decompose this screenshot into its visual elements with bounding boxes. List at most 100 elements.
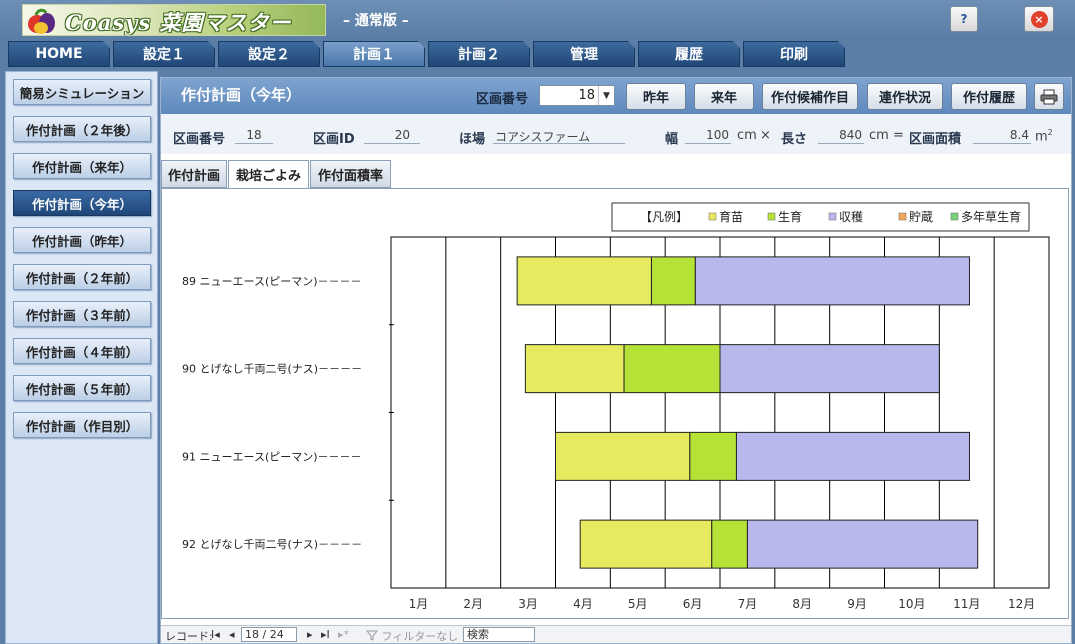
x-tick-label-7: 8月	[792, 597, 812, 611]
bar-0-2	[694, 256, 970, 306]
bar-3-1	[711, 519, 748, 569]
next-record-button[interactable]: ▸	[307, 628, 313, 641]
bar-2-0	[555, 431, 691, 481]
help-icon: ?	[960, 12, 968, 26]
row-label-3: 92 とげなし千両二号(ナス)－－－－	[182, 538, 362, 551]
filter-status[interactable]: フィルターなし	[365, 628, 458, 644]
length-value: 840	[818, 128, 864, 144]
row-label-0: 89 ニューエース(ピーマン)－－－－	[182, 275, 362, 288]
record-position[interactable]: 18 / 24	[241, 627, 297, 642]
bar-2-2	[735, 431, 970, 481]
close-icon: ×	[1030, 10, 1048, 28]
legend-label-0: 育苗	[719, 209, 743, 224]
help-button[interactable]: ?	[950, 6, 978, 32]
x-tick-label-1: 2月	[463, 597, 483, 611]
menu-plan-last-year[interactable]: 作付計画（昨年）	[13, 227, 151, 253]
panel-header: 作付計画（今年） 区画番号 18 ▼ 昨年 来年 作付候補作目 連作状況 作付履…	[161, 78, 1071, 114]
menu-plan-by-crop[interactable]: 作付計画（作目別）	[13, 412, 151, 438]
menu-plan-2-years-ago[interactable]: 作付計画（２年前）	[13, 264, 151, 290]
tab-history[interactable]: 履歴	[638, 41, 740, 67]
x-tick-label-8: 9月	[847, 597, 867, 611]
close-button[interactable]: ×	[1024, 6, 1054, 32]
cultivation-calendar-chart: 【凡例】 育苗 生育 収穫 貯蔵 多年草生育 1月 2月 3月 4月 5月 6月 7月 8月 9月 10月 11…	[182, 202, 1050, 611]
plot-id-label: 区画ID	[313, 132, 355, 147]
legend-label-2: 収穫	[839, 210, 863, 224]
x-tick-label-5: 6月	[683, 597, 703, 611]
length-unit: cm	[869, 128, 889, 143]
legend-swatch-1	[767, 212, 776, 221]
legend-label-3: 貯蔵	[909, 210, 933, 224]
chevron-down-icon[interactable]: ▼	[598, 86, 614, 105]
bar-0-0	[516, 256, 652, 306]
vegetables-icon	[28, 8, 55, 34]
menu-plan-next-year[interactable]: 作付計画（来年）	[13, 153, 151, 179]
tab-area-ratio[interactable]: 作付面積率	[310, 160, 391, 188]
tab-home[interactable]: HOME	[8, 41, 110, 67]
x-tick-label-10: 11月	[953, 597, 980, 611]
x-tick-label-11: 12月	[1008, 597, 1035, 611]
tab-planting-plan[interactable]: 作付計画	[161, 160, 227, 188]
last-record-button[interactable]: ▸I	[321, 628, 330, 641]
tab-management[interactable]: 管理	[533, 41, 635, 67]
next-year-button[interactable]: 来年	[694, 83, 754, 110]
x-tick-label-0: 1月	[409, 597, 429, 611]
planting-history-button[interactable]: 作付履歴	[951, 83, 1027, 110]
tab-settings-1[interactable]: 設定１	[113, 41, 215, 67]
tab-print[interactable]: 印刷	[743, 41, 845, 67]
legend-swatch-4	[950, 212, 959, 221]
menu-plan-5-years-ago[interactable]: 作付計画（５年前）	[13, 375, 151, 401]
menu-plan-3-years-ago[interactable]: 作付計画（３年前）	[13, 301, 151, 327]
first-record-button[interactable]: I◂	[211, 628, 220, 641]
times-sign: ×	[760, 128, 771, 143]
page-title: 作付計画（今年）	[181, 86, 302, 104]
prev-record-button[interactable]: ◂	[229, 628, 235, 641]
field-value: コアシスファーム	[493, 128, 625, 144]
last-year-button[interactable]: 昨年	[626, 83, 686, 110]
main-tab-bar: HOME 設定１ 設定２ 計画１ 計画２ 管理 履歴 印刷	[0, 38, 1075, 70]
plot-number-label: 区画番号	[476, 92, 529, 107]
width-value: 100	[685, 128, 731, 144]
width-unit: cm	[737, 128, 757, 143]
menu-plan-4-years-ago[interactable]: 作付計画（４年前）	[13, 338, 151, 364]
plot-id-value: 20	[364, 128, 420, 144]
new-record-button[interactable]: ▸*	[338, 628, 349, 641]
tab-plan-1[interactable]: 計画１	[323, 41, 425, 67]
area-unit: m2	[1035, 128, 1053, 145]
bar-0-1	[650, 256, 696, 306]
tab-cultivation-calendar[interactable]: 栽培ごよみ	[228, 160, 309, 189]
menu-plan-2-years-later[interactable]: 作付計画（２年後）	[13, 116, 151, 142]
plot-number-value: 18	[578, 88, 595, 103]
cultivation-calendar-chart-area: 【凡例】 育苗 生育 収穫 貯蔵 多年草生育 1月 2月 3月 4月 5月 6月 7月 8月 9月 10月 11…	[161, 188, 1069, 619]
app-logo: Coasys 菜園マスター	[22, 4, 326, 36]
x-tick-label-6: 7月	[738, 597, 758, 611]
title-bar: Coasys 菜園マスター – 通常版 – ? ×	[0, 0, 1075, 38]
rotation-status-button[interactable]: 連作状況	[867, 83, 943, 110]
bar-1-0	[524, 344, 625, 394]
menu-plan-this-year[interactable]: 作付計画（今年）	[13, 190, 151, 216]
equals-sign: =	[893, 128, 904, 143]
left-menu: 簡易シミュレーション 作付計画（２年後） 作付計画（来年） 作付計画（今年） 作…	[5, 71, 158, 644]
plot-number-select[interactable]: 18 ▼	[539, 85, 615, 106]
filter-icon	[365, 630, 379, 641]
area-label: 区画面積	[909, 132, 962, 147]
bar-2-1	[689, 431, 737, 481]
plot-info-row: 区画番号 18 区画ID 20 ほ場 コアシスファーム 幅 100 cm × 長…	[161, 114, 1071, 154]
menu-simple-simulation[interactable]: 簡易シミュレーション	[13, 79, 151, 105]
tab-settings-2[interactable]: 設定２	[218, 41, 320, 67]
x-tick-label-4: 5月	[628, 597, 648, 611]
plot-no-label: 区画番号	[173, 132, 226, 147]
tab-plan-2[interactable]: 計画２	[428, 41, 530, 67]
x-tick-label-9: 10月	[898, 597, 925, 611]
bar-3-2	[746, 519, 979, 569]
legend-swatch-3	[898, 212, 907, 221]
plot-no-value: 18	[235, 128, 273, 144]
bar-1-2	[719, 344, 940, 394]
search-input[interactable]: 検索	[463, 627, 535, 642]
print-button[interactable]	[1034, 83, 1064, 110]
field-label: ほ場	[459, 132, 486, 147]
legend-title: 【凡例】	[640, 210, 688, 224]
main-panel: 作付計画（今年） 区画番号 18 ▼ 昨年 来年 作付候補作目 連作状況 作付履…	[160, 77, 1072, 644]
candidate-crops-button[interactable]: 作付候補作目	[762, 83, 858, 110]
sub-tab-bar: 作付計画 栽培ごよみ 作付面積率	[161, 160, 1071, 189]
printer-icon	[1040, 89, 1058, 104]
